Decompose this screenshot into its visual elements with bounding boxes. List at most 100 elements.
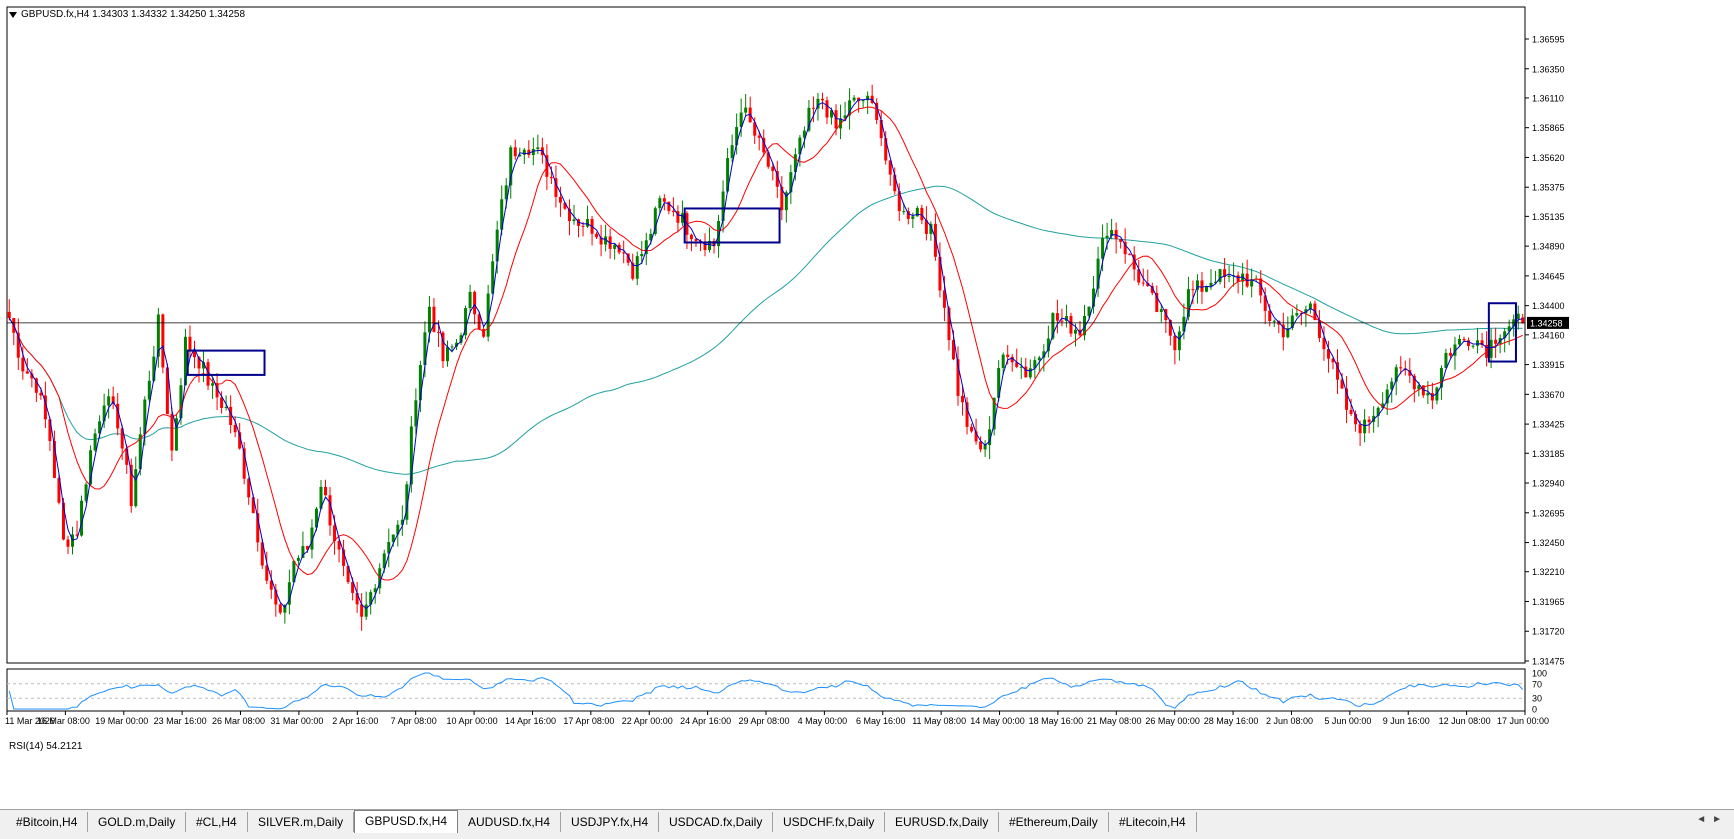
- candle-body: [427, 306, 431, 333]
- chart-tab[interactable]: AUDUSD.fx,H4: [458, 812, 562, 832]
- candle: [527, 140, 531, 158]
- candle-body: [1191, 289, 1195, 291]
- chart-tab[interactable]: USDCAD.fx,Daily: [659, 812, 774, 832]
- candle-body: [1457, 338, 1461, 345]
- candle: [680, 200, 684, 226]
- highlight-box: [1487, 302, 1517, 363]
- candle: [1308, 301, 1312, 314]
- candle-body: [586, 219, 590, 227]
- chart-title: GBPUSD.fx,H4 1.34303 1.34332 1.34250 1.3…: [9, 9, 245, 20]
- price-tick-label: 1.36595: [1532, 35, 1565, 45]
- time-tick-label: 7 Apr 08:00: [391, 716, 437, 726]
- candle-body: [188, 336, 192, 352]
- price-tick-label: 1.35135: [1532, 212, 1565, 222]
- candle-body: [1363, 419, 1367, 434]
- candle: [1317, 310, 1321, 342]
- candle-body: [473, 291, 477, 315]
- candle: [134, 456, 138, 508]
- candle-body: [333, 525, 337, 541]
- candle: [820, 92, 824, 110]
- time-tick-label: 2 Apr 16:00: [332, 716, 378, 726]
- candle: [93, 428, 97, 452]
- candle-body: [179, 385, 183, 419]
- candle: [875, 98, 879, 125]
- chart-tab[interactable]: #Litecoin,H4: [1109, 812, 1197, 832]
- candle: [1345, 376, 1349, 424]
- candle-body: [21, 357, 25, 372]
- chart-tab[interactable]: EURUSD.fx,Daily: [885, 812, 1000, 832]
- candle: [635, 251, 639, 286]
- candle-body: [811, 107, 815, 109]
- candle-body: [324, 486, 328, 496]
- price-tick-label: 1.35620: [1532, 153, 1565, 163]
- candle-body: [1295, 313, 1299, 316]
- candle: [1485, 331, 1489, 367]
- time-tick-label: 6 May 16:00: [856, 716, 906, 726]
- candle-body: [689, 234, 693, 240]
- candle-body: [1037, 357, 1041, 361]
- candle: [970, 423, 974, 433]
- chart-tab-bar: #Bitcoin,H4 GOLD.m,Daily #CL,H4 SILVER.m,Da…: [0, 809, 1734, 839]
- chart-tab[interactable]: USDJPY.fx,H4: [561, 812, 660, 832]
- candle: [938, 242, 942, 298]
- chart-tab[interactable]: USDCHF.fx,Daily: [773, 812, 886, 832]
- candle-body: [161, 314, 165, 368]
- candle: [1177, 326, 1181, 361]
- candle: [1218, 268, 1222, 285]
- price-tick-label: 1.33425: [1532, 420, 1565, 430]
- candle: [1494, 327, 1498, 358]
- candle: [1078, 320, 1082, 338]
- candle: [780, 176, 784, 221]
- highlight-boxes: [186, 207, 1517, 376]
- candle-body: [360, 604, 364, 617]
- candle-body: [296, 557, 300, 561]
- candle-body: [902, 211, 906, 213]
- time-tick-label: 18 May 16:00: [1029, 716, 1084, 726]
- chart-tab[interactable]: #Bitcoin,H4: [6, 812, 89, 832]
- chart-tab[interactable]: GOLD.m,Daily: [88, 812, 187, 832]
- candle: [1304, 305, 1308, 327]
- candle: [1435, 386, 1439, 405]
- candle-body: [662, 198, 666, 202]
- rsi-level-label: 70: [1532, 679, 1542, 689]
- candle-body: [1471, 345, 1475, 347]
- candle-body: [730, 145, 734, 159]
- time-axis: 11 Mar 202616 Mar 08:00 19 Mar 00:00 23 Ma…: [5, 711, 1549, 726]
- candle: [188, 325, 192, 358]
- tab-scroll-arrows-icon[interactable]: ◄►: [1696, 814, 1728, 825]
- candle: [482, 326, 486, 339]
- candle: [1137, 260, 1141, 286]
- candle: [1281, 312, 1285, 351]
- candle: [66, 535, 70, 554]
- mid-ma-path: [8, 106, 1523, 581]
- candle-body: [1516, 313, 1520, 320]
- chart-tab[interactable]: #CL,H4: [186, 812, 248, 832]
- candle: [387, 528, 391, 568]
- collapse-triangle-icon[interactable]: [9, 11, 17, 18]
- candle-body: [1073, 329, 1077, 334]
- candle: [468, 284, 472, 314]
- time-tick-label: 24 Apr 16:00: [680, 716, 731, 726]
- candle-body: [445, 347, 449, 362]
- chart-tab[interactable]: SILVER.m,Daily: [248, 812, 355, 832]
- rsi-level-label: 100: [1532, 669, 1547, 679]
- price-tick-label: 1.32695: [1532, 508, 1565, 518]
- chart-tab[interactable]: GBPUSD.fx,H4: [354, 810, 459, 833]
- time-tick-label: 29 Apr 08:00: [738, 716, 789, 726]
- candle: [861, 99, 865, 108]
- candle: [1480, 332, 1484, 348]
- candle-body: [134, 469, 138, 507]
- time-tick-label: 22 Apr 00:00: [622, 716, 673, 726]
- candle-body: [1060, 320, 1064, 322]
- chart-area[interactable]: 1.36595 1.36350 1.36110 1.35865 1.35620 1.353…: [0, 0, 1734, 838]
- candle: [522, 147, 526, 164]
- fast-ma-path: [8, 98, 1523, 610]
- candle: [324, 479, 328, 496]
- time-tick-label: 17 Apr 08:00: [563, 716, 614, 726]
- candle-body: [1006, 354, 1010, 357]
- chart-tab[interactable]: #Ethereum,Daily: [999, 812, 1109, 832]
- candle-body: [468, 291, 472, 309]
- candle: [192, 340, 196, 369]
- price-tick-label: 1.33915: [1532, 360, 1565, 370]
- candle: [1024, 357, 1028, 378]
